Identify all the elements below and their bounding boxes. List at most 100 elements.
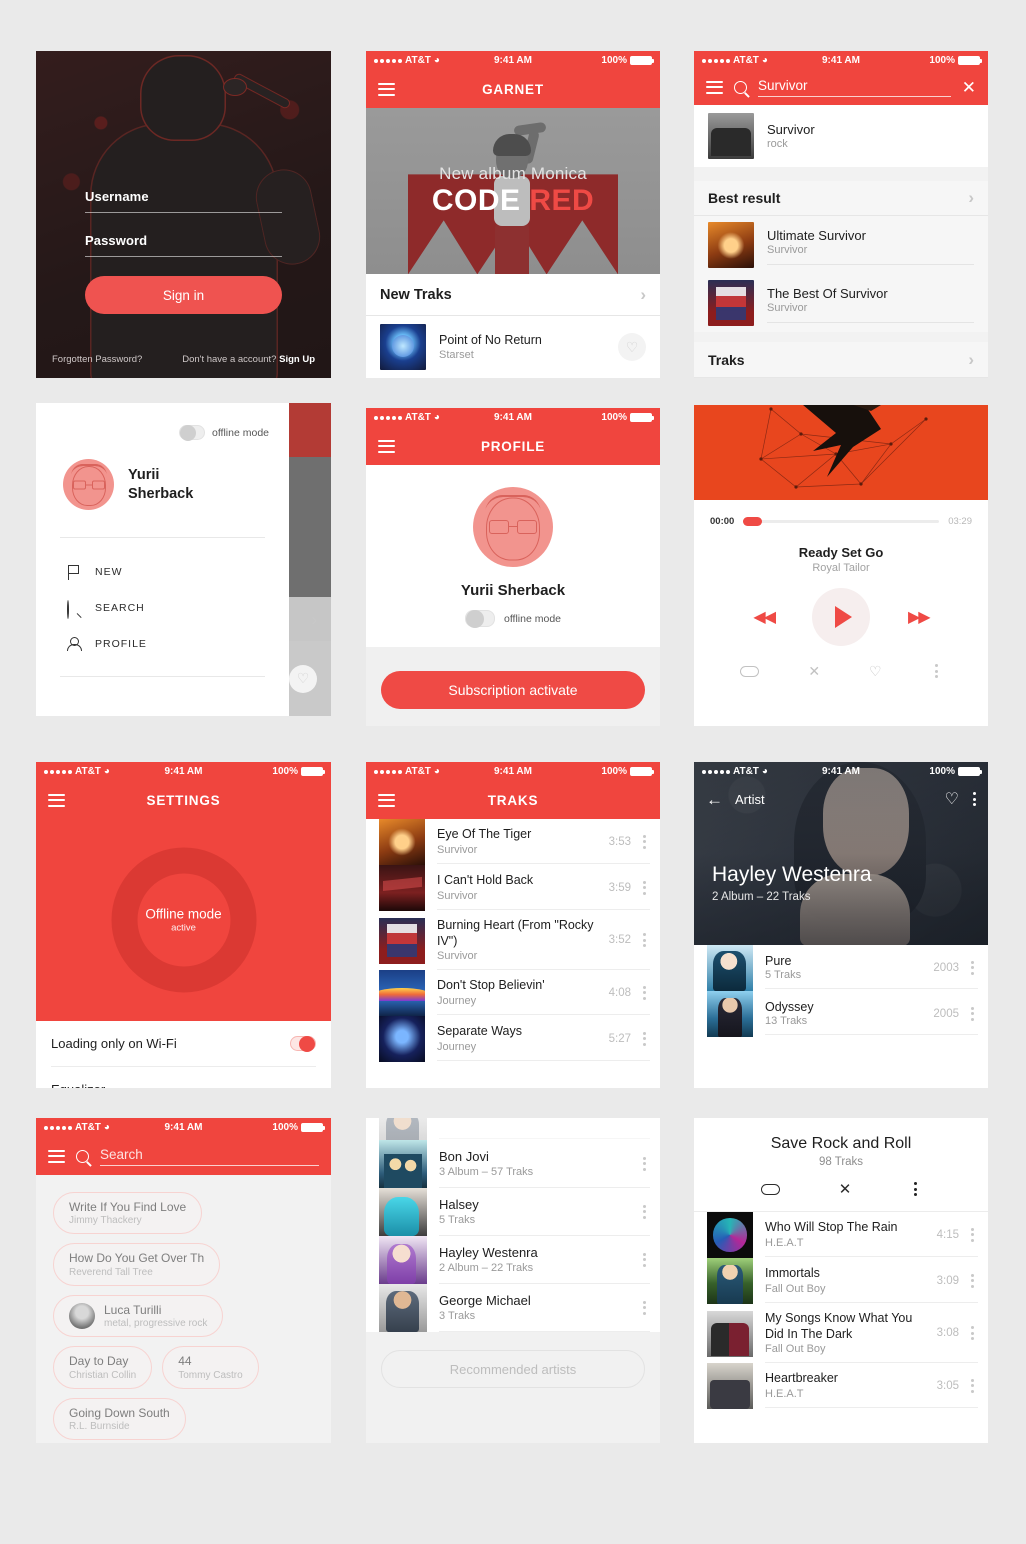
drawer-user[interactable]: Yurii Sherback xyxy=(36,440,289,510)
seek-handle[interactable] xyxy=(743,517,763,526)
more-vertical-icon[interactable] xyxy=(639,1201,650,1223)
heart-icon[interactable]: ♡ xyxy=(869,663,882,680)
album-art xyxy=(379,917,425,964)
track-title: I Can't Hold Back xyxy=(437,873,534,888)
seek-slider[interactable] xyxy=(743,517,940,526)
heart-icon[interactable]: ♡ xyxy=(945,789,959,809)
wifi-only-toggle[interactable] xyxy=(290,1036,316,1052)
track-title: Who Will Stop The Rain xyxy=(765,1220,898,1235)
search-input[interactable]: Search xyxy=(100,1147,319,1166)
drawer-panel: offline mode Yurii Sherback NEW SEARCH P… xyxy=(36,403,289,716)
group-header-best-result[interactable]: Best result › xyxy=(694,180,988,216)
table-row[interactable]: Don't Stop Believin' Journey 4:08 xyxy=(366,970,660,1016)
more-vertical-icon[interactable] xyxy=(973,792,976,806)
hamburger-menu-icon[interactable] xyxy=(48,1149,65,1163)
chevron-right-icon: › xyxy=(311,609,317,629)
suggestion-chip[interactable]: Going Down South R.L. Burnside xyxy=(53,1397,186,1440)
sidebar-item-search[interactable]: SEARCH xyxy=(66,590,289,626)
list-item[interactable]: Ultimate Survivor Survivor xyxy=(694,216,988,275)
more-vertical-icon[interactable] xyxy=(639,1028,650,1050)
hamburger-menu-icon[interactable] xyxy=(706,80,723,94)
screen-search-results: AT&T ◕ 9:41 AM 100% Survivor ✕ Survivor … xyxy=(694,51,988,378)
table-row[interactable]: Immortals Fall Out Boy 3:09 xyxy=(694,1258,988,1304)
more-vertical-icon[interactable] xyxy=(639,1153,650,1175)
nav-bar: PROFILE xyxy=(366,427,660,465)
table-row[interactable]: Separate Ways Journey 5:27 xyxy=(366,1016,660,1062)
more-vertical-icon[interactable] xyxy=(639,1297,650,1319)
shuffle-icon[interactable]: ✕ xyxy=(808,663,820,680)
hamburger-menu-icon[interactable] xyxy=(378,793,395,807)
hamburger-menu-icon[interactable] xyxy=(48,793,65,807)
sign-up-link[interactable]: Sign Up xyxy=(279,354,315,365)
list-item[interactable] xyxy=(366,1118,660,1140)
subscription-activate-button[interactable]: Subscription activate xyxy=(381,671,645,709)
avatar[interactable] xyxy=(473,487,553,567)
status-battery: 100% xyxy=(929,55,982,66)
setting-row-equalizer[interactable]: Equalizer › xyxy=(36,1067,331,1089)
forward-icon[interactable]: ▶▶ xyxy=(908,607,931,627)
suggestion-chip[interactable]: Day to Day Christian Collin xyxy=(53,1346,153,1389)
more-vertical-icon[interactable] xyxy=(967,1375,978,1397)
list-item[interactable]: Halsey 5 Traks xyxy=(366,1188,660,1236)
hamburger-menu-icon[interactable] xyxy=(378,82,395,96)
play-icon[interactable] xyxy=(812,588,870,646)
offline-mode-toggle[interactable] xyxy=(464,610,495,628)
hero-banner[interactable]: New album Monica CODE RED xyxy=(366,108,660,275)
offline-mode-ring[interactable]: Offline mode active xyxy=(111,847,256,993)
table-row[interactable]: I Can't Hold Back Survivor 3:59 xyxy=(366,865,660,911)
sign-in-button[interactable]: Sign in xyxy=(85,276,282,314)
table-row[interactable]: Heartbreaker H.E.A.T 3:05 xyxy=(694,1363,988,1409)
more-vertical-icon[interactable] xyxy=(967,957,978,979)
suggestion-chip[interactable]: How Do You Get Over Th Reverend Tall Tre… xyxy=(53,1243,221,1286)
table-row[interactable]: Pure 5 Traks 2003 xyxy=(694,945,988,991)
sidebar-item-profile[interactable]: PROFILE xyxy=(66,626,289,662)
more-vertical-icon[interactable] xyxy=(639,831,650,853)
search-top-result[interactable]: Survivor rock xyxy=(694,104,988,167)
more-vertical-icon[interactable] xyxy=(931,660,942,682)
list-item[interactable]: The Best Of Survivor Survivor xyxy=(694,274,988,333)
settings-list: Loading only on Wi-Fi Equalizer › xyxy=(36,1021,331,1088)
repeat-icon[interactable] xyxy=(761,1183,781,1195)
heart-icon[interactable]: ♡ xyxy=(618,333,646,361)
close-icon[interactable]: ✕ xyxy=(962,79,976,96)
username-field[interactable]: Username xyxy=(85,188,282,213)
list-item[interactable]: Bon Jovi 3 Album – 57 Traks xyxy=(366,1140,660,1188)
group-header-traks[interactable]: Traks › xyxy=(694,342,988,378)
hamburger-menu-icon[interactable] xyxy=(378,439,395,453)
now-playing-artist: Royal Tailor xyxy=(812,562,870,574)
more-vertical-icon[interactable] xyxy=(910,1178,921,1200)
table-row[interactable]: Who Will Stop The Rain H.E.A.T 4:15 xyxy=(694,1212,988,1258)
more-vertical-icon[interactable] xyxy=(967,1322,978,1344)
setting-row-wifi[interactable]: Loading only on Wi-Fi xyxy=(36,1021,331,1066)
album-art xyxy=(379,970,425,1016)
suggestion-chip[interactable]: 44 Tommy Castro xyxy=(162,1346,259,1389)
more-vertical-icon[interactable] xyxy=(639,877,650,899)
recommended-artists-button[interactable]: Recommended artists xyxy=(381,1350,645,1388)
more-vertical-icon[interactable] xyxy=(967,1003,978,1025)
suggestion-chip[interactable]: Luca Turilli metal, progressive rock xyxy=(53,1294,224,1338)
search-input[interactable]: Survivor xyxy=(758,78,951,97)
back-arrow-icon[interactable]: ← xyxy=(706,791,723,808)
table-row[interactable]: Eye Of The Tiger Survivor 3:53 xyxy=(366,819,660,865)
offline-mode-toggle[interactable] xyxy=(178,425,205,441)
table-row[interactable]: Burning Heart (From "Rocky IV") Survivor… xyxy=(366,911,660,970)
list-item[interactable]: Hayley Westenra 2 Album – 22 Traks xyxy=(366,1236,660,1284)
repeat-icon[interactable] xyxy=(740,665,760,677)
rewind-icon[interactable]: ◀◀ xyxy=(753,607,776,627)
more-vertical-icon[interactable] xyxy=(967,1270,978,1292)
suggestion-chip[interactable]: Write If You Find Love Jimmy Thackery xyxy=(53,1192,203,1235)
table-row[interactable]: Odyssey 13 Traks 2005 xyxy=(694,991,988,1037)
section-header-new-traks[interactable]: New Traks › xyxy=(366,274,660,316)
more-vertical-icon[interactable] xyxy=(639,982,650,1004)
sidebar-item-new[interactable]: NEW xyxy=(66,554,289,590)
password-field[interactable]: Password xyxy=(85,232,282,257)
table-row[interactable]: My Songs Know What You Did In The Dark F… xyxy=(694,1304,988,1363)
more-vertical-icon[interactable] xyxy=(639,929,650,951)
list-item[interactable]: George Michael 3 Traks xyxy=(366,1284,660,1332)
login-form: Username Password Sign in xyxy=(85,188,282,314)
list-item[interactable]: Point of No Return Starset ♡ xyxy=(366,316,660,378)
more-vertical-icon[interactable] xyxy=(967,1224,978,1246)
forgotten-password-link[interactable]: Forgotten Password? xyxy=(52,354,142,365)
more-vertical-icon[interactable] xyxy=(639,1249,650,1271)
shuffle-icon[interactable]: ✕ xyxy=(839,1180,852,1198)
